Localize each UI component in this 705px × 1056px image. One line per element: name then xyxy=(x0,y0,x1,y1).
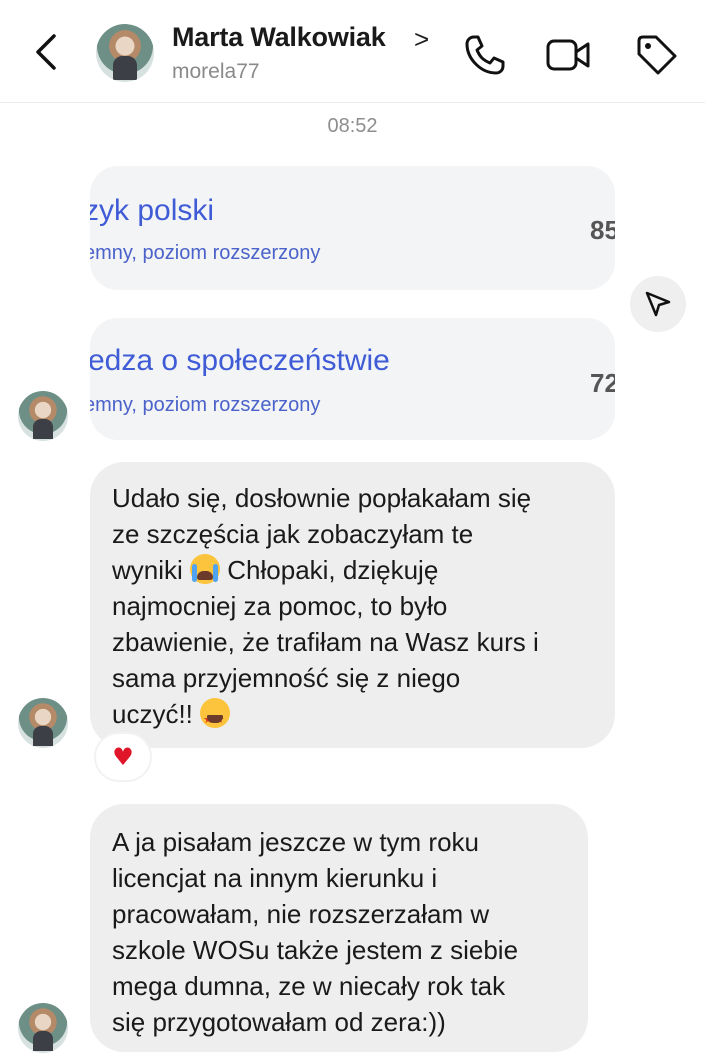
send-arrow-icon xyxy=(645,291,671,317)
card-title: edza o społeczeństwie xyxy=(90,344,390,377)
contact-avatar[interactable] xyxy=(96,24,154,82)
message-line: A ja pisałam jeszcze w tym roku xyxy=(112,827,480,857)
heart-reaction-icon[interactable]: ♥ xyxy=(96,734,150,780)
sender-avatar[interactable] xyxy=(18,1003,68,1053)
tag-icon[interactable] xyxy=(634,32,680,78)
chevron-right-icon[interactable]: > xyxy=(414,24,429,55)
back-arrow-icon[interactable] xyxy=(28,32,64,72)
phone-icon[interactable] xyxy=(462,32,508,78)
message-bubble[interactable]: A ja pisałam jeszcze w tym roku licencja… xyxy=(90,804,588,1052)
message-line: wyniki Chłopaki, dziękuję xyxy=(112,552,595,588)
contact-username[interactable]: morela77 xyxy=(172,60,260,84)
loudly-crying-face-icon xyxy=(190,554,221,584)
result-card[interactable]: zyk polski emny, poziom rozszerzony 85 xyxy=(90,166,615,290)
message-line: uczyć!! xyxy=(112,696,595,738)
message-line: najmocniej za pomoc, to było xyxy=(112,591,448,621)
card-subtitle: emny, poziom rozszerzony xyxy=(90,394,321,416)
video-camera-icon[interactable] xyxy=(545,32,591,78)
chat-header: Marta Walkowiak > morela77 xyxy=(0,0,705,103)
contact-name[interactable]: Marta Walkowiak xyxy=(172,22,386,53)
message-line: zbawienie, że trafiłam na Wasz kurs i xyxy=(112,627,539,657)
message-text: uczyć!! xyxy=(112,699,193,729)
message-text: wyniki xyxy=(112,555,183,585)
card-subtitle: emny, poziom rozszerzony xyxy=(90,242,321,264)
message-timestamp: 08:52 xyxy=(327,115,378,137)
card-score: 85 xyxy=(590,215,615,245)
sender-avatar[interactable] xyxy=(18,391,68,441)
message-line: ze szczęścia jak zobaczyłam te xyxy=(112,519,474,549)
message-line: Udało się, dosłownie popłakałam się xyxy=(112,483,532,513)
sender-avatar[interactable] xyxy=(18,698,68,748)
message-line: pracowałam, nie rozszerzałam w xyxy=(112,899,490,929)
message-text: Chłopaki, dziękuję xyxy=(227,555,439,585)
result-card[interactable]: edza o społeczeństwie emny, poziom rozsz… xyxy=(90,318,615,440)
message-line: szkole WOSu także jestem z siebie xyxy=(112,935,519,965)
message-line: mega dumna, ze w niecały rok tak xyxy=(112,971,506,1001)
card-title: zyk polski xyxy=(90,194,215,227)
share-button[interactable] xyxy=(630,276,686,332)
message-line: sama przyjemność się z niego xyxy=(112,663,461,693)
card-score: 72 xyxy=(590,368,615,398)
message-line: się przygotowałam od zera:)) xyxy=(112,1007,446,1037)
star-struck-face-icon xyxy=(200,698,231,738)
message-bubble[interactable]: Udało się, dosłownie popłakałam się ze s… xyxy=(90,462,615,748)
message-line: licencjat na innym kierunku i xyxy=(112,863,438,893)
